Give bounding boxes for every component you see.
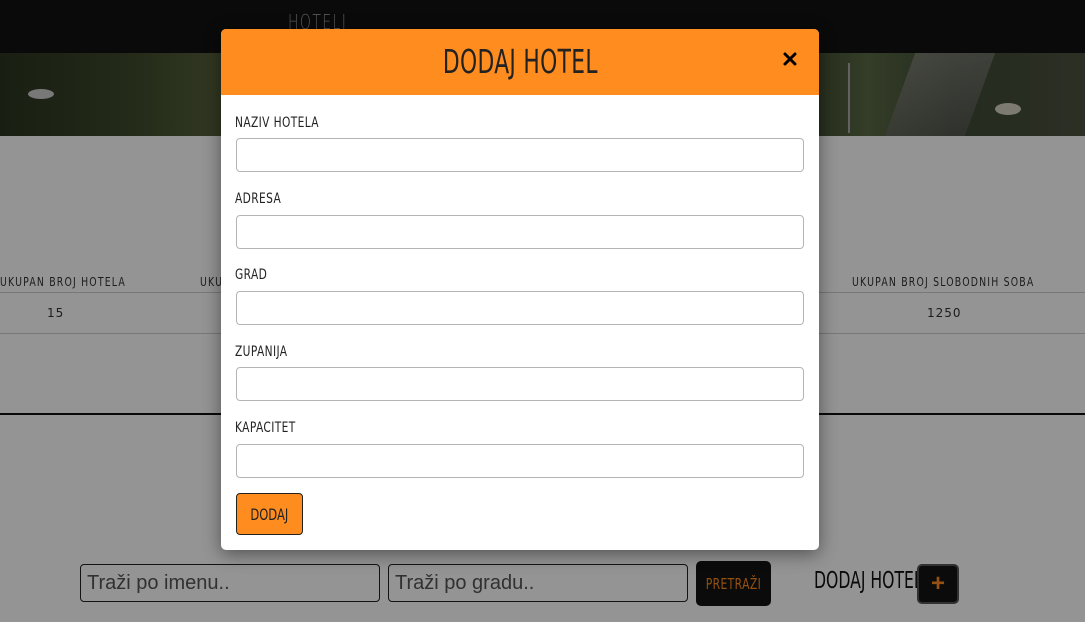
county-input[interactable] (236, 367, 804, 401)
capacity-label: KAPACITET (235, 420, 296, 436)
modal-title: DODAJ HOTEL (221, 42, 819, 81)
hotel-name-input[interactable] (236, 138, 804, 172)
close-icon[interactable] (783, 52, 797, 66)
add-hotel-modal: DODAJ HOTEL NAZIV HOTELA ADRESA GRAD ZUP… (221, 29, 819, 550)
submit-label: DODAJ (250, 504, 289, 524)
county-label: ZUPANIJA (235, 344, 288, 360)
modal-title-text: DODAJ HOTEL (442, 42, 598, 81)
submit-add-hotel-button[interactable]: DODAJ (236, 493, 303, 535)
address-label: ADRESA (235, 191, 282, 207)
city-label: GRAD (235, 267, 268, 283)
capacity-input[interactable] (236, 444, 804, 478)
modal-header: DODAJ HOTEL (221, 29, 819, 95)
close-button[interactable] (777, 46, 803, 72)
address-input[interactable] (236, 215, 804, 249)
city-input[interactable] (236, 291, 804, 325)
hotel-name-label: NAZIV HOTELA (235, 115, 319, 131)
